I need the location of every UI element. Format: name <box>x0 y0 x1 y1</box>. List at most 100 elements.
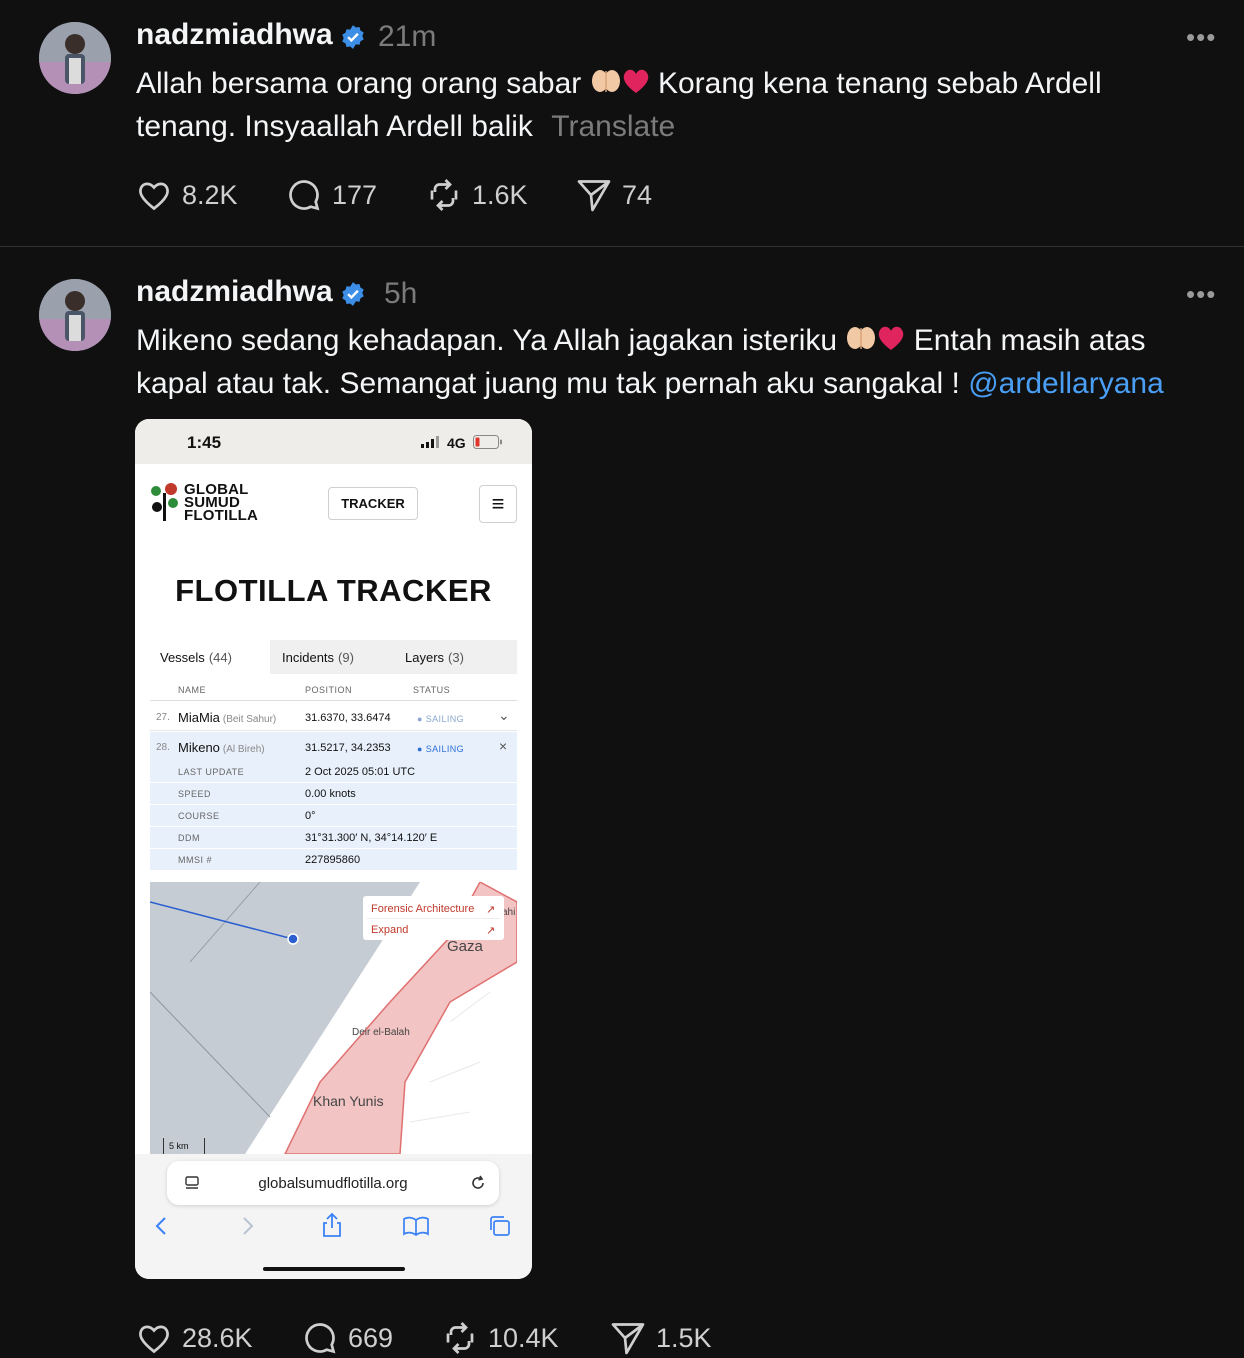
url-text: globalsumudflotilla.org <box>258 1174 408 1192</box>
share-icon <box>611 1323 645 1355</box>
praying-hands-emoji <box>590 64 622 106</box>
more-options-icon[interactable]: ••• <box>1186 22 1216 53</box>
url-bar[interactable]: globalsumudflotilla.org <box>167 1161 499 1205</box>
text-line1-a: Mikeno sedang kehadapan. Ya Allah jagaka… <box>136 324 838 357</box>
more-options-icon[interactable]: ••• <box>1186 279 1216 310</box>
external-link-icon[interactable]: ↗ <box>486 924 495 937</box>
praying-hands-emoji <box>845 321 877 363</box>
tab-incidents[interactable]: Incidents (9) <box>282 640 392 674</box>
flotilla-logo-icon[interactable] <box>149 483 183 523</box>
like-count: 28.6K <box>182 1322 253 1353</box>
expand-chevron-icon[interactable]: ⌄ <box>498 707 510 724</box>
text-line2: tenang. Insyaallah Ardell balik <box>136 110 533 144</box>
text-line1-b: Korang kena tenang sebab Ardell <box>657 67 1102 100</box>
tracker-button[interactable]: TRACKER <box>328 487 418 520</box>
repost-icon <box>430 179 458 211</box>
reply-button[interactable]: 669 <box>302 1318 393 1358</box>
repost-count: 10.4K <box>488 1322 559 1353</box>
header-rule <box>150 700 517 701</box>
text-line1-b: Entah masih atas <box>913 324 1146 357</box>
map-popup: Forensic Architecture ↗ Expand ↗ <box>363 896 504 940</box>
heart-icon <box>139 182 169 211</box>
tracker-map[interactable]: Gaza ahi Deir el-Balah Khan Yunis 5 km F… <box>150 882 517 1154</box>
page-settings-icon[interactable] <box>184 1175 200 1191</box>
status-badge: ● SAILING <box>417 744 465 754</box>
detail-speed: SPEED 0.00 knots <box>150 783 517 805</box>
tab-layers[interactable]: Layers (3) <box>405 640 515 674</box>
repost-icon <box>446 1322 474 1354</box>
phone-status-bar: 1:45 4G <box>135 419 532 464</box>
page-title: FLOTILLA TRACKER <box>175 573 492 608</box>
username[interactable]: nadzmiadhwa <box>136 275 333 309</box>
status-time: 1:45 <box>187 433 222 452</box>
post-actions: 8.2K 177 1.6K 74 <box>136 175 736 215</box>
mention-link[interactable]: @ardellaryana <box>968 367 1164 400</box>
map-label-partial: ahi <box>502 907 516 918</box>
map-label-gaza: Gaza <box>447 938 483 955</box>
post-time: 21m <box>378 20 437 53</box>
tabs-icon[interactable] <box>488 1215 512 1237</box>
attached-screenshot[interactable]: 1:45 4G GLOBAL SUMUD FLOTILLA TRACKER ≡ … <box>135 419 532 1279</box>
detail-last-update: LAST UPDATE 2 Oct 2025 05:01 UTC <box>150 761 517 783</box>
text-line1-a: Allah bersama orang orang sabar <box>136 67 582 100</box>
like-button[interactable]: 8.2K <box>136 175 238 215</box>
home-indicator <box>263 1267 405 1271</box>
tracker-tabs: Vessels (44) Incidents (9) Layers (3) <box>150 640 517 674</box>
detail-course: COURSE 0° <box>150 805 517 827</box>
forward-icon[interactable] <box>241 1216 255 1236</box>
share-icon <box>577 180 611 212</box>
red-heart-emoji <box>622 64 650 106</box>
expand-link[interactable]: Expand <box>371 924 408 936</box>
bookmarks-icon[interactable] <box>403 1216 429 1236</box>
translate-link[interactable]: Translate <box>551 110 675 143</box>
like-button[interactable]: 28.6K <box>136 1318 253 1358</box>
repost-button[interactable]: 1.6K <box>426 175 528 215</box>
back-icon[interactable] <box>154 1216 168 1236</box>
share-sheet-icon[interactable] <box>321 1212 343 1238</box>
detail-ddm: DDM 31°31.300′ N, 34°14.120′ E <box>150 827 517 849</box>
table-row[interactable]: 27. MiaMia (Beit Sahur) 31.6370, 33.6474 … <box>150 702 517 731</box>
table-row-selected[interactable]: 28. Mikeno (Al Bireh) 31.5217, 34.2353 ● … <box>150 732 517 761</box>
share-count: 74 <box>622 179 653 210</box>
hamburger-menu-icon[interactable]: ≡ <box>479 485 517 523</box>
external-link-icon[interactable]: ↗ <box>486 903 495 916</box>
reply-count: 177 <box>332 179 378 210</box>
post-text: Allah bersama orang orang sabar Korang k… <box>136 63 1216 148</box>
signal-icon <box>421 436 439 448</box>
repost-button[interactable]: 10.4K <box>442 1318 559 1358</box>
share-button[interactable]: 74 <box>576 175 652 215</box>
avatar[interactable] <box>39 279 111 351</box>
network-type: 4G <box>447 435 466 451</box>
tab-vessels[interactable]: Vessels (44) <box>150 640 270 674</box>
col-position-header[interactable]: POSITION <box>305 685 352 695</box>
map-label-khan-yunis: Khan Yunis <box>313 1093 384 1109</box>
verified-badge-icon <box>342 282 364 306</box>
detail-mmsi: MMSI #227895860 <box>150 849 517 871</box>
comment-icon <box>289 180 320 211</box>
col-name-header[interactable]: NAME <box>178 685 206 695</box>
share-count: 1.5K <box>656 1322 712 1353</box>
browser-toolbar: globalsumudflotilla.org <box>135 1154 532 1279</box>
avatar[interactable] <box>39 22 111 94</box>
logo-wordmark[interactable]: GLOBAL SUMUD FLOTILLA <box>184 482 258 523</box>
comment-icon <box>305 1323 336 1354</box>
share-button[interactable]: 1.5K <box>610 1318 712 1358</box>
username[interactable]: nadzmiadhwa <box>136 18 333 52</box>
forensic-architecture-link[interactable]: Forensic Architecture <box>371 903 474 915</box>
post-text: Mikeno sedang kehadapan. Ya Allah jagaka… <box>136 320 1226 405</box>
status-badge: ● SAILING <box>417 714 465 724</box>
repost-count: 1.6K <box>472 179 528 210</box>
reply-count: 669 <box>348 1322 394 1353</box>
like-count: 8.2K <box>182 179 238 210</box>
close-icon[interactable]: × <box>499 738 507 754</box>
post-time: 5h <box>384 277 418 310</box>
heart-icon <box>139 1325 169 1354</box>
col-status-header[interactable]: STATUS <box>413 685 450 695</box>
reply-button[interactable]: 177 <box>286 175 377 215</box>
verified-badge-icon <box>342 25 364 49</box>
red-heart-emoji <box>877 321 905 363</box>
reload-icon[interactable] <box>469 1174 487 1192</box>
battery-icon <box>473 435 502 449</box>
post-1: nadzmiadhwa 21m ••• Allah bersama orang … <box>0 0 1244 246</box>
map-scale: 5 km <box>163 1138 205 1154</box>
